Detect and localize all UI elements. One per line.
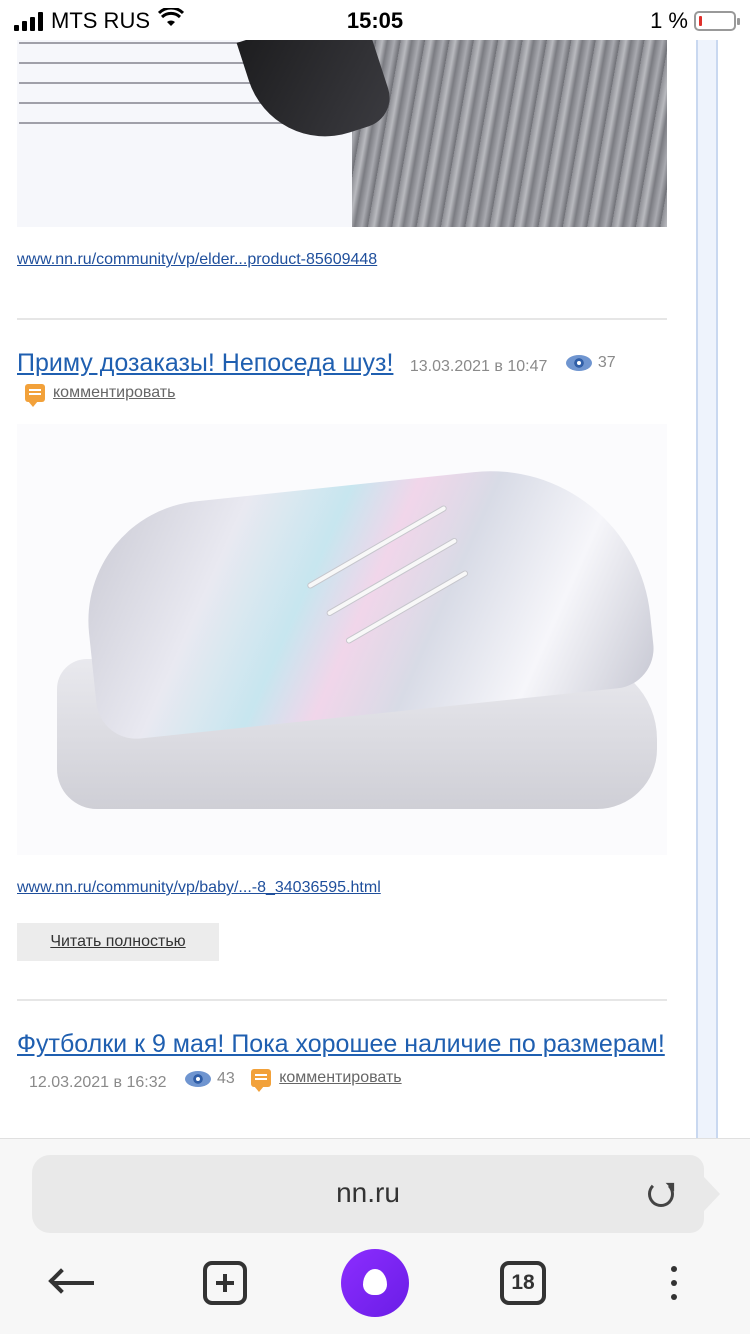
new-tab-icon[interactable] [202,1245,248,1321]
view-count-value: 43 [216,1070,235,1087]
divider [17,999,667,1001]
battery-group: 1 % [650,8,740,34]
divider [17,318,667,320]
status-bar: MTS RUS 15:05 1 % [0,0,750,40]
battery-percent: 1 % [650,8,688,33]
tabs-button[interactable]: 18 [500,1245,546,1321]
reload-icon[interactable] [648,1181,674,1207]
source-link-baby[interactable]: www.nn.ru/community/vp/baby/...-8_340365… [17,879,667,899]
view-count: 37 [565,348,616,378]
post-date: 12.03.2021 в 16:32 [29,1074,167,1091]
read-more-button[interactable]: Читать полностью [17,923,219,961]
menu-icon[interactable] [664,1245,684,1321]
comment-icon [251,1069,272,1092]
browser-toolbar: nn.ru 18 [0,1138,750,1334]
address-bar[interactable]: nn.ru [32,1155,720,1233]
post-date: 13.03.2021 в 10:47 [409,358,548,375]
source-link-elder[interactable]: www.nn.ru/community/vp/elder...product-8… [17,251,667,271]
side-panel-strip [696,40,718,1138]
post-header-1: Приму дозаказы! Непоседа шуз! 13.03.2021… [17,348,667,382]
post-title-link[interactable]: Приму дозаказы! Непоседа шуз! [17,349,393,377]
battery-icon [694,11,740,31]
comment-action[interactable]: комментировать [251,1063,402,1093]
back-arrow-icon[interactable] [44,1245,104,1321]
alice-icon[interactable] [341,1245,409,1321]
comment-link[interactable]: комментировать [279,1063,401,1093]
feed[interactable]: www.nn.ru/community/vp/elder...product-8… [17,40,667,1098]
eye-icon [184,1071,211,1087]
post-title-link[interactable]: Футболки к 9 мая! Пока хорошее наличие п… [17,1030,665,1058]
read-more-label: Читать полностью [50,933,186,950]
view-count: 43 [184,1064,235,1094]
post-image-sneaker[interactable] [17,424,667,855]
eye-icon [565,355,592,371]
tab-count: 18 [500,1261,546,1305]
view-count-value: 37 [597,354,616,371]
post-header-2: Футболки к 9 мая! Пока хорошее наличие п… [17,1029,667,1098]
clock: 15:05 [346,8,404,33]
comment-icon [25,384,45,407]
address-text: nn.ru [336,1177,400,1208]
photo-wood-area [352,40,667,227]
photo-paper-area [17,40,398,227]
comment-action[interactable]: комментировать [25,384,667,407]
comment-link[interactable]: комментировать [53,384,175,402]
nav-row: 18 [0,1245,750,1321]
post-image-shoe-black[interactable] [17,40,667,227]
